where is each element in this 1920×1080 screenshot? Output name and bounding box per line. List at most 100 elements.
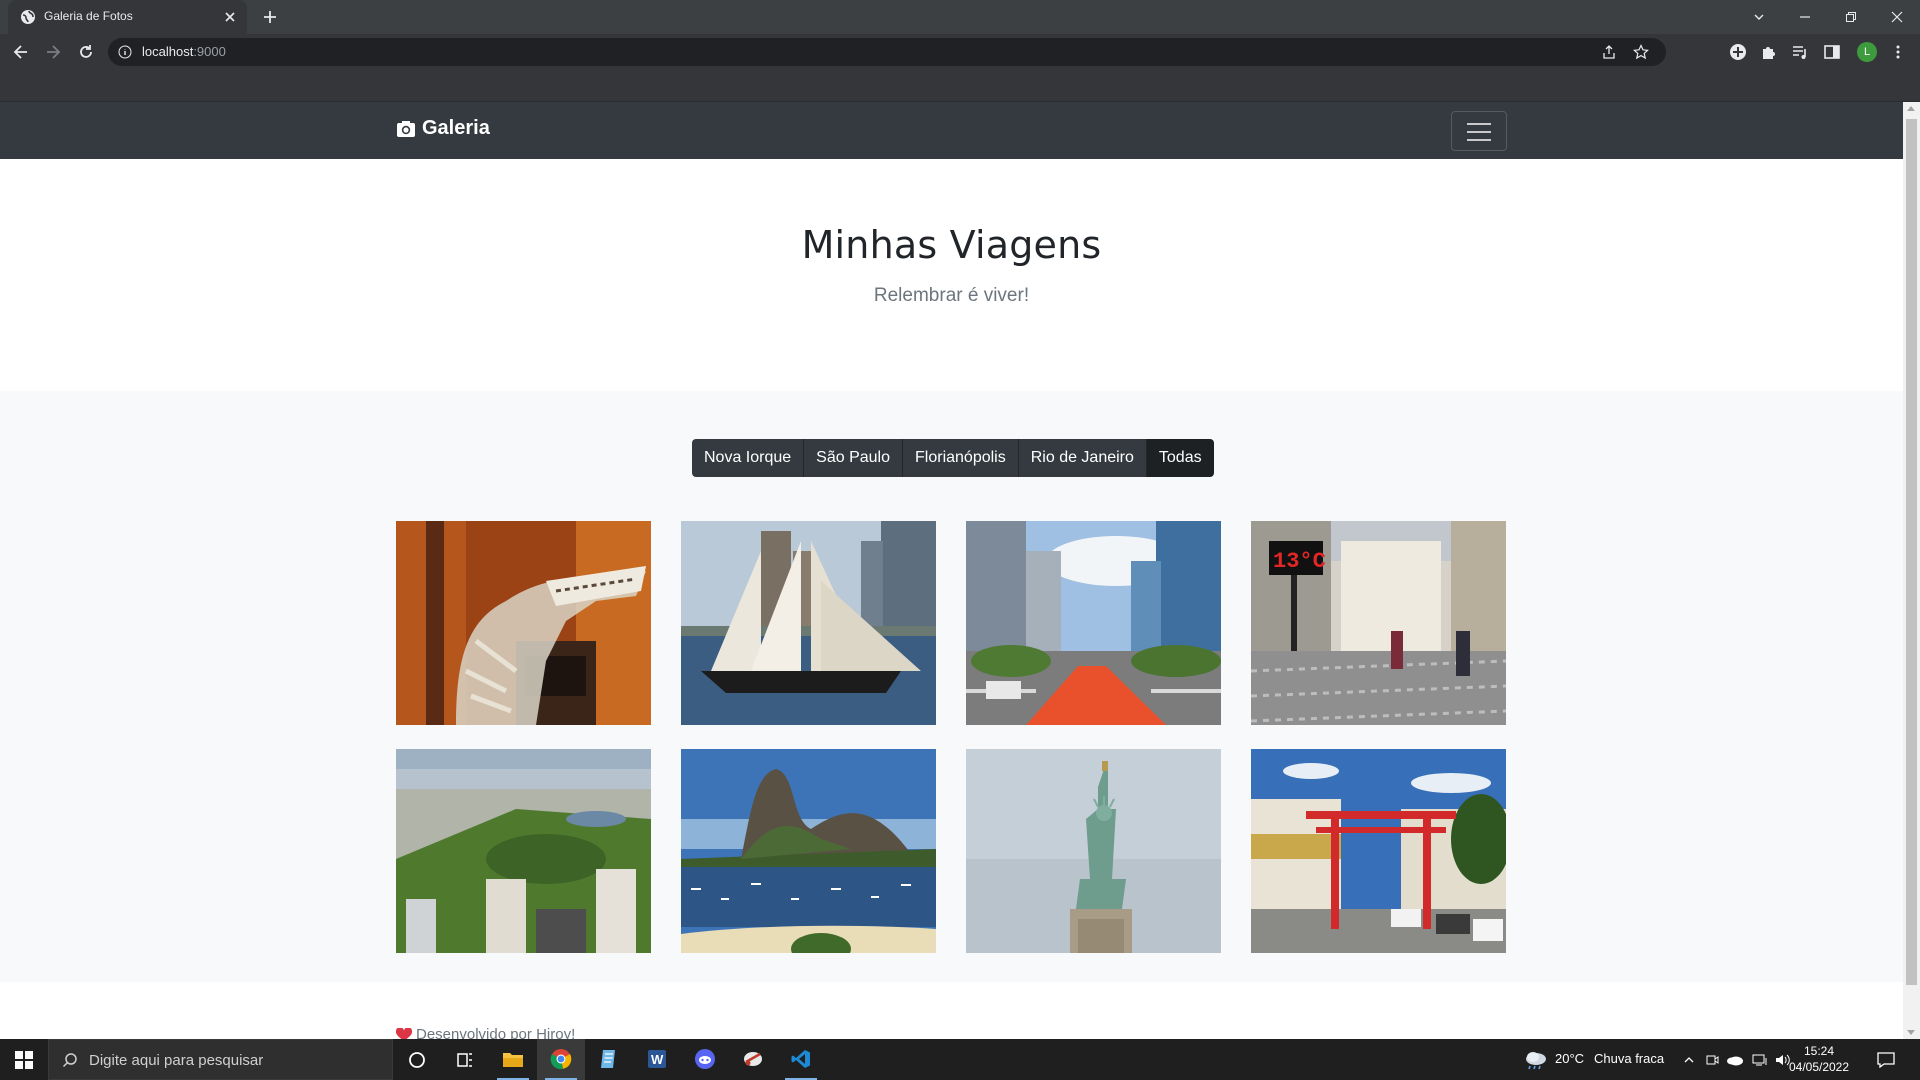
photo-card-sailing-ship[interactable] bbox=[681, 521, 936, 725]
vscode-taskbar-app[interactable] bbox=[777, 1039, 825, 1080]
discord-taskbar-app[interactable] bbox=[681, 1039, 729, 1080]
chrome-taskbar-app[interactable] bbox=[537, 1039, 585, 1080]
close-tab-icon[interactable] bbox=[223, 10, 237, 24]
browser-tab-strip: Galeria de Fotos bbox=[0, 0, 1920, 34]
new-tab-icon[interactable] bbox=[262, 9, 278, 25]
filter-florianopolis-button[interactable]: Florianópolis bbox=[903, 439, 1019, 477]
minimize-icon bbox=[1800, 16, 1810, 18]
info-icon[interactable] bbox=[118, 45, 132, 59]
clock-date: 04/05/2022 bbox=[1788, 1060, 1850, 1074]
puzzle-icon[interactable] bbox=[1760, 43, 1778, 61]
share-icon[interactable] bbox=[1601, 44, 1617, 60]
close-icon bbox=[1891, 11, 1903, 23]
chevron-up-icon[interactable] bbox=[1683, 1054, 1695, 1066]
bookmarks-bar bbox=[0, 70, 1920, 102]
cortana-button[interactable] bbox=[393, 1039, 441, 1080]
photo-torii-street bbox=[1251, 749, 1506, 953]
media-queue-icon[interactable] bbox=[1791, 43, 1809, 61]
tab-search-button[interactable] bbox=[1736, 0, 1782, 34]
restore-icon bbox=[1846, 12, 1856, 22]
close-window-button[interactable] bbox=[1874, 0, 1920, 34]
scroll-up-arrow-icon[interactable] bbox=[1907, 106, 1915, 111]
scroll-thumb[interactable] bbox=[1906, 119, 1917, 985]
site-footer: Desenvolvido por Hiroy! bbox=[396, 1026, 575, 1039]
filter-sao-paulo-button[interactable]: São Paulo bbox=[804, 439, 904, 477]
photo-central-park bbox=[396, 749, 651, 953]
photo-card-dinosaur[interactable] bbox=[396, 521, 651, 725]
windows-logo-icon bbox=[15, 1051, 33, 1069]
file-explorer-taskbar-app[interactable] bbox=[489, 1039, 537, 1080]
photo-card-sugarloaf[interactable] bbox=[681, 749, 936, 953]
photo-statue-of-liberty bbox=[966, 749, 1221, 953]
network-icon[interactable] bbox=[1752, 1053, 1768, 1067]
kebab-menu-icon[interactable] bbox=[1889, 43, 1907, 61]
camera-icon bbox=[397, 120, 415, 137]
minimize-button[interactable] bbox=[1782, 0, 1828, 34]
url-host: localhost bbox=[142, 44, 194, 59]
photo-card-central-park[interactable] bbox=[396, 749, 651, 953]
windows-taskbar: Digite aqui para pesquisar W 20°C Chuva … bbox=[0, 1039, 1920, 1080]
start-button[interactable] bbox=[0, 1039, 48, 1080]
weather-temperature[interactable]: 20°C bbox=[1555, 1051, 1584, 1066]
vscode-icon bbox=[791, 1050, 810, 1068]
task-view-button[interactable] bbox=[441, 1039, 489, 1080]
navbar-brand[interactable]: Galeria bbox=[396, 117, 490, 140]
browser-tab[interactable]: Galeria de Fotos bbox=[8, 0, 247, 34]
hamburger-icon-bar bbox=[1467, 139, 1491, 141]
filter-rio-de-janeiro-button[interactable]: Rio de Janeiro bbox=[1018, 439, 1147, 477]
extension-add-icon[interactable] bbox=[1729, 43, 1747, 61]
search-icon bbox=[62, 1053, 77, 1068]
snip-taskbar-app[interactable] bbox=[729, 1039, 777, 1080]
folder-icon bbox=[503, 1053, 523, 1067]
brand-label: Galeria bbox=[422, 117, 490, 139]
photo-dinosaur-skeleton bbox=[396, 521, 651, 725]
photo-avenue-red-lane bbox=[966, 521, 1221, 725]
browser-toolbar: localhost:9000 bbox=[0, 34, 1920, 70]
filter-button-group: Nova Iorque São Paulo Florianópolis Rio … bbox=[692, 439, 1214, 477]
globe-icon bbox=[21, 10, 35, 24]
filter-todas-button[interactable]: Todas bbox=[1146, 439, 1214, 477]
page-scrollbar[interactable] bbox=[1903, 102, 1920, 1039]
notification-center-icon[interactable] bbox=[1877, 1052, 1895, 1068]
back-arrow-icon[interactable] bbox=[11, 42, 31, 62]
weather-description[interactable]: Chuva fraca bbox=[1594, 1051, 1664, 1066]
forward-arrow-icon[interactable] bbox=[43, 42, 63, 62]
hero-section: Minhas Viagens Relembrar é viver! bbox=[0, 159, 1903, 391]
photo-card-statue-of-liberty[interactable] bbox=[966, 749, 1221, 953]
taskbar-clock[interactable]: 15:24 04/05/2022 bbox=[1788, 1043, 1850, 1075]
side-panel-icon[interactable] bbox=[1823, 43, 1841, 61]
taskbar-search-box[interactable]: Digite aqui para pesquisar bbox=[48, 1039, 393, 1080]
tab-title: Galeria de Fotos bbox=[44, 9, 133, 23]
photo-sailing-ship bbox=[681, 521, 936, 725]
cortana-circle-icon bbox=[409, 1052, 425, 1068]
notepad-taskbar-app[interactable] bbox=[585, 1039, 633, 1080]
bookmark-star-icon[interactable] bbox=[1633, 44, 1649, 60]
photo-card-pedestrian-street[interactable]: 13°C bbox=[1251, 521, 1506, 725]
navbar-toggler-button[interactable] bbox=[1451, 111, 1507, 151]
svg-text:W: W bbox=[651, 1052, 664, 1067]
photo-pedestrian-street: 13°C bbox=[1251, 521, 1506, 725]
url-text[interactable]: localhost:9000 bbox=[142, 44, 226, 59]
profile-avatar[interactable]: L bbox=[1857, 42, 1877, 62]
chevron-down-icon bbox=[1754, 14, 1764, 20]
page-subtitle: Relembrar é viver! bbox=[873, 285, 1030, 306]
word-taskbar-app[interactable]: W bbox=[633, 1039, 681, 1080]
hamburger-icon-bar bbox=[1467, 123, 1491, 125]
reload-icon[interactable] bbox=[76, 42, 96, 62]
onedrive-cloud-icon[interactable] bbox=[1726, 1053, 1744, 1067]
meet-now-icon[interactable] bbox=[1705, 1053, 1719, 1067]
footer-text: Desenvolvido por Hiroy! bbox=[416, 1026, 576, 1039]
filter-nova-iorque-button[interactable]: Nova Iorque bbox=[692, 439, 805, 477]
search-placeholder: Digite aqui para pesquisar bbox=[89, 1052, 264, 1069]
url-port: :9000 bbox=[193, 44, 226, 59]
address-bar[interactable]: localhost:9000 bbox=[108, 38, 1666, 66]
site-navbar: Galeria bbox=[0, 102, 1903, 159]
chrome-icon bbox=[550, 1049, 572, 1070]
scroll-down-arrow-icon[interactable] bbox=[1907, 1030, 1915, 1035]
weather-rain-icon[interactable] bbox=[1524, 1050, 1548, 1070]
word-icon: W bbox=[648, 1050, 666, 1068]
restore-button[interactable] bbox=[1828, 0, 1874, 34]
photo-card-avenue[interactable] bbox=[966, 521, 1221, 725]
task-view-icon bbox=[457, 1053, 472, 1067]
photo-card-torii-street[interactable] bbox=[1251, 749, 1506, 953]
